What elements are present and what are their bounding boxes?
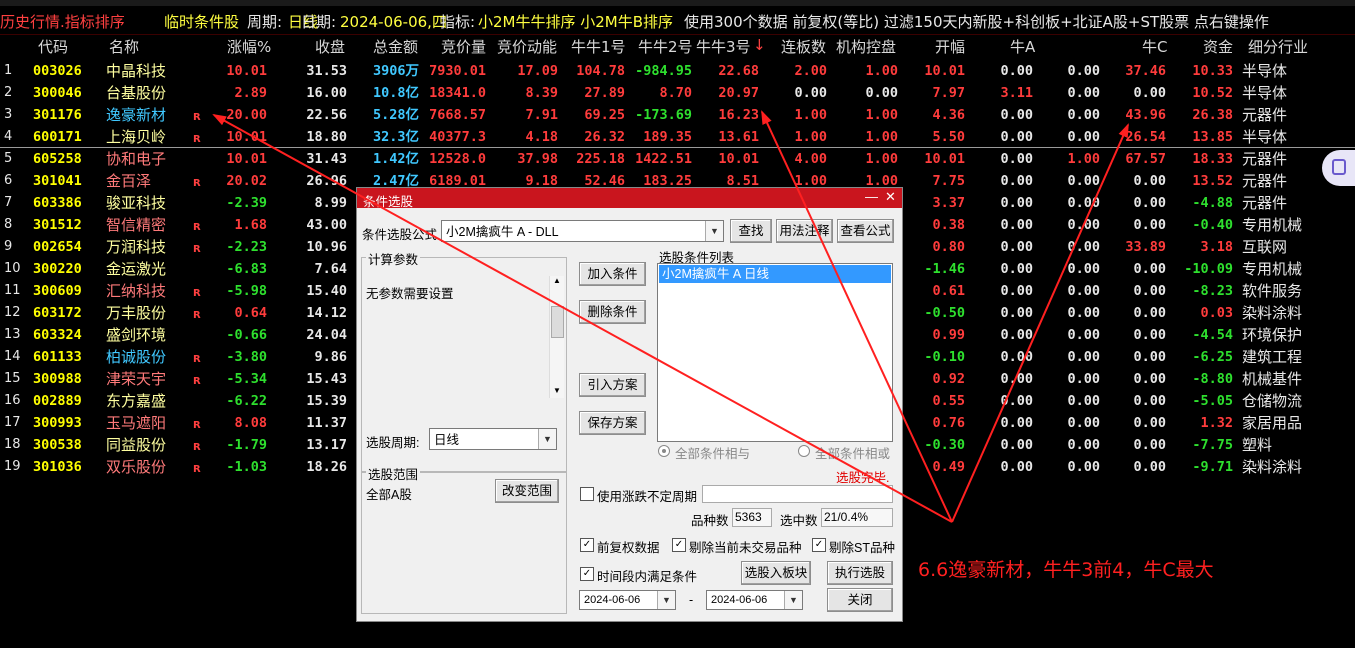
arrow-to-niuniu3 (761, 110, 953, 523)
annotation-arrows (212, 110, 1129, 523)
arrow-to-stock (212, 114, 953, 523)
annotation-text: 6.6逸豪新材，牛牛3前4，牛C最大 (918, 559, 1214, 581)
arrow-to-niuc (951, 123, 1129, 523)
